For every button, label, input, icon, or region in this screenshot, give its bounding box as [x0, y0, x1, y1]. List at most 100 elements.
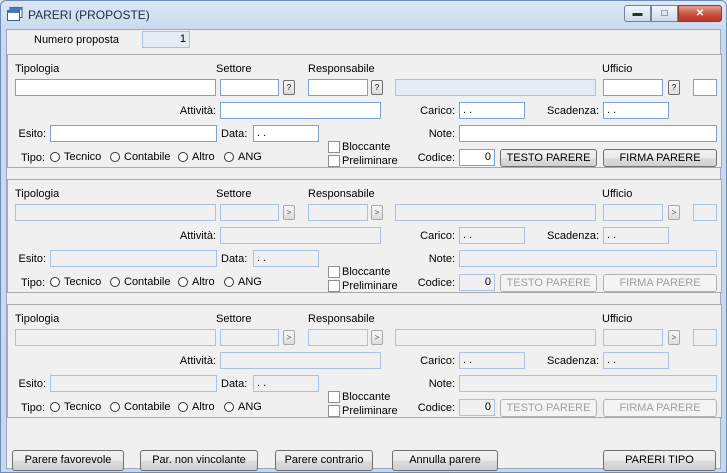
radio-altro-dot[interactable] [178, 152, 188, 162]
codice-field[interactable]: 0 [459, 149, 495, 166]
esito-field[interactable] [50, 125, 217, 142]
radio-tecnico-dot[interactable] [50, 152, 60, 162]
ufficio-label: Ufficio [602, 188, 633, 200]
maximize-icon: □ [661, 8, 668, 19]
testo-parere-button[interactable]: TESTO PARERE [500, 149, 597, 167]
responsabile-lookup-button[interactable]: ? [371, 80, 383, 95]
ufficio-lookup-button[interactable]: ? [668, 80, 680, 95]
scadenza-field: . . [603, 352, 669, 369]
scadenza-label: Scadenza: [547, 105, 599, 117]
responsabile-label: Responsabile [308, 63, 375, 75]
data-field[interactable]: . . [253, 125, 319, 142]
tipo-label: Tipo: [21, 277, 46, 289]
scadenza-field[interactable]: . . [603, 102, 669, 119]
radio-ang-dot[interactable] [224, 152, 234, 162]
tipologia-label: Tipologia [15, 313, 60, 325]
radio-altro: Altro [178, 276, 215, 288]
carico-label: Carico: [420, 355, 455, 367]
preliminare-checkbox: Preliminare [328, 405, 398, 417]
tipologia-label: Tipologia [15, 63, 60, 75]
pareri-tipo-button[interactable]: PARERI TIPO [603, 450, 716, 471]
settore-field[interactable] [220, 79, 279, 96]
settore-lookup-button: > [283, 330, 295, 345]
attivita-label: Attività: [179, 105, 216, 117]
bloccante-checkbox-box [328, 266, 340, 278]
maximize-button[interactable]: □ [651, 5, 678, 22]
codice-field: 0 [459, 399, 495, 416]
attivita-label: Attività: [179, 355, 216, 367]
carico-field: . . [459, 352, 525, 369]
responsabile-field [308, 329, 368, 346]
settore-lookup-button[interactable]: ? [283, 80, 295, 95]
radio-contabile-dot [110, 277, 120, 287]
carico-field[interactable]: . . [459, 102, 525, 119]
preliminare-label: Preliminare [342, 405, 398, 417]
radio-contabile-dot [110, 402, 120, 412]
ufficio-field[interactable] [603, 79, 663, 96]
minimize-button[interactable]: ▬ [624, 5, 651, 22]
bloccante-label: Bloccante [342, 391, 391, 403]
firma-parere-button: FIRMA PARERE [603, 399, 717, 417]
radio-ang-dot [224, 277, 234, 287]
close-button[interactable]: ✕ [678, 5, 722, 22]
codice-field: 0 [459, 274, 495, 291]
testo-parere-button: TESTO PARERE [500, 399, 597, 417]
ufficio-code-field [693, 204, 717, 221]
annulla-parere-button[interactable]: Annulla parere [392, 450, 498, 471]
tipologia-field[interactable] [15, 79, 216, 96]
firma-parere-button[interactable]: FIRMA PARERE [603, 149, 717, 167]
preliminare-checkbox-box[interactable] [328, 155, 340, 167]
esito-label: Esito: [18, 253, 46, 265]
note-label: Note: [428, 378, 455, 390]
tipologia-field [15, 204, 216, 221]
data-label: Data: [221, 128, 248, 140]
window-title: PARERI (PROPOSTE) [28, 8, 150, 22]
parere-contrario-button[interactable]: Parere contrario [275, 450, 373, 471]
tipologia-field [15, 329, 216, 346]
bloccante-checkbox[interactable]: Bloccante [328, 141, 390, 153]
radio-contabile-label: Contabile [124, 401, 171, 413]
radio-tecnico-dot [50, 277, 60, 287]
data-field: . . [253, 375, 319, 392]
note-field[interactable] [459, 125, 717, 142]
parere-favorevole-button[interactable]: Parere favorevole [12, 450, 124, 471]
parere-panel-2: Tipologia Settore Responsabile Ufficio >… [7, 179, 722, 293]
radio-altro-label: Altro [192, 276, 215, 288]
settore-lookup-button: > [283, 205, 295, 220]
radio-tecnico[interactable]: Tecnico [50, 151, 101, 163]
bloccante-checkbox-box[interactable] [328, 141, 340, 153]
ufficio-code-field[interactable] [693, 79, 717, 96]
settore-field [220, 204, 279, 221]
client-area: Numero proposta 1 Tipologia Settore Resp… [6, 29, 722, 471]
codice-label: Codice: [417, 152, 455, 164]
carico-label: Carico: [420, 105, 455, 117]
numero-proposta-label: Numero proposta [34, 34, 119, 46]
settore-label: Settore [216, 313, 252, 325]
par-non-vincolante-button[interactable]: Par. non vincolante [140, 450, 258, 471]
radio-contabile[interactable]: Contabile [110, 151, 170, 163]
scadenza-label: Scadenza: [547, 230, 599, 242]
radio-tecnico-label: Tecnico [64, 151, 102, 163]
preliminare-checkbox: Preliminare [328, 280, 398, 292]
close-icon: ✕ [695, 8, 705, 19]
responsabile-field [308, 204, 368, 221]
radio-ang-label: ANG [238, 401, 262, 413]
responsabile-field[interactable] [308, 79, 368, 96]
radio-contabile: Contabile [110, 401, 170, 413]
bloccante-checkbox-box [328, 391, 340, 403]
title-bar[interactable]: PARERI (PROPOSTE) ▬ □ ✕ [1, 1, 726, 29]
radio-altro[interactable]: Altro [178, 151, 215, 163]
radio-altro-label: Altro [192, 401, 215, 413]
radio-ang-dot [224, 402, 234, 412]
radio-contabile-dot[interactable] [110, 152, 120, 162]
numero-proposta-field[interactable]: 1 [142, 31, 190, 48]
note-field [459, 375, 717, 392]
radio-ang[interactable]: ANG [224, 151, 262, 163]
esito-field [50, 375, 217, 392]
bloccante-label: Bloccante [342, 266, 391, 278]
preliminare-label: Preliminare [342, 280, 398, 292]
minimize-icon: ▬ [632, 8, 643, 19]
preliminare-checkbox[interactable]: Preliminare [328, 155, 398, 167]
app-window-icon [7, 7, 23, 21]
attivita-field[interactable] [220, 102, 381, 119]
